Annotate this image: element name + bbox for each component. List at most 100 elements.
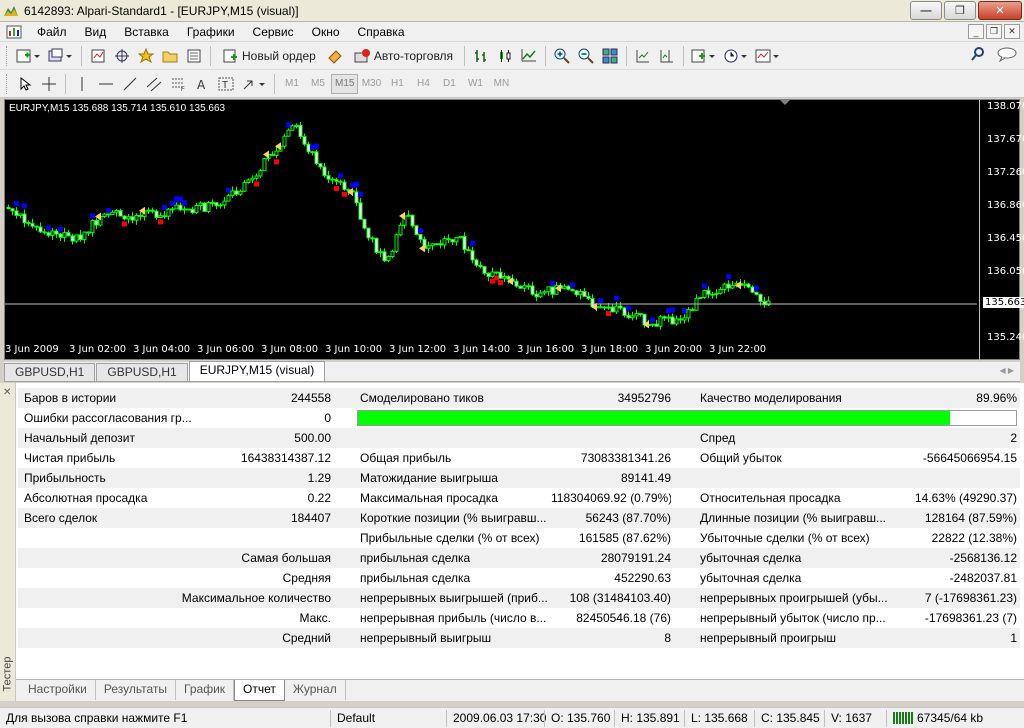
tab-journal[interactable]: Журнал [285,680,346,700]
vertical-line-tool[interactable] [71,73,93,95]
fibonacci-tool[interactable]: F [167,73,189,95]
equidistant-channel-tool[interactable] [143,73,165,95]
crosshair-tool[interactable] [38,73,60,95]
strategy-tester-button[interactable] [183,45,205,67]
timeframe-m5[interactable]: M5 [305,74,331,94]
candle-body [578,291,583,296]
trendline-tool[interactable] [119,73,141,95]
minimize-button[interactable]: — [910,1,942,20]
tab-graph[interactable]: График [176,680,235,700]
zoom-out-button[interactable] [575,45,597,67]
text-tool[interactable]: A [191,73,213,95]
templates-button[interactable] [753,45,783,67]
chat-icon[interactable] [996,46,1018,62]
bar-chart-button[interactable] [470,45,492,67]
timeframe-mn[interactable]: MN [488,74,514,94]
tile-windows-button[interactable] [599,45,621,67]
market-watch-button[interactable] [87,45,109,67]
chart-window-icon[interactable] [6,25,22,39]
chart-shift-marker[interactable] [780,100,790,105]
periods-button[interactable] [721,45,751,67]
terminal-button[interactable] [159,45,181,67]
sell-trade-marker [122,221,127,227]
status-connection[interactable]: 67345/64 kb [886,709,1024,727]
candle-body [254,175,259,179]
candlestick-button[interactable] [494,45,516,67]
candle-body [210,202,215,205]
auto-scroll-button[interactable] [632,45,654,67]
tab-scroll-arrows[interactable]: ◀ ▶ [999,366,1014,375]
market-watch-icon [91,49,105,62]
zoom-in-button[interactable] [551,45,573,67]
data-window-button[interactable] [111,45,133,67]
chart-tab-eurjpy-m15[interactable]: EURJPY,M15 (visual) [188,361,326,381]
child-close-button[interactable]: ✕ [1004,24,1020,39]
timeframe-m1[interactable]: M1 [279,74,305,94]
time-label: 3 Jun 04:00 [133,344,191,355]
timeframe-d1[interactable]: D1 [436,74,462,94]
candle-body [182,208,187,211]
status-close: C: 135.845 [754,709,824,727]
menu-insert[interactable]: Вставка [115,22,178,42]
metaeditor-button[interactable] [324,45,346,67]
menu-help[interactable]: Справка [349,22,414,42]
report-value: 161585 (87.62%) [578,531,671,545]
candle-body [706,289,711,295]
chart-shift-button[interactable] [656,45,678,67]
candle-body [110,211,115,215]
report-row: Всего сделок 184407 Короткие позиции (% … [18,508,1020,528]
chart-tab-gbpusd-h1-2[interactable]: GBPUSD,H1 [96,363,188,381]
report-value: -17698361.23 (7) [924,611,1017,625]
buy-trade-marker [46,225,51,231]
line-chart-button[interactable] [518,45,540,67]
navigator-button[interactable] [135,45,157,67]
toolbar-grip[interactable] [6,45,9,66]
auto-trading-button[interactable]: Авто-торговля [348,45,459,67]
report-label: Максимальная просадка [360,491,498,505]
order-arrow-marker [735,281,741,290]
candle-body [214,202,219,207]
timeframe-m30[interactable]: M30 [358,74,384,94]
timeframe-h4[interactable]: H4 [410,74,436,94]
price-chart[interactable]: EURJPY,M15 135.688 135.714 135.610 135.6… [4,99,1024,361]
menu-view[interactable]: Вид [76,22,116,42]
close-button[interactable]: ✕ [978,1,1022,20]
horizontal-line-tool[interactable] [95,73,117,95]
cursor-tool[interactable] [14,73,36,95]
timeframe-h1[interactable]: H1 [384,74,410,94]
folder-icon [162,51,178,62]
candle-body [430,243,435,247]
menu-charts[interactable]: Графики [178,22,244,42]
candle-body [298,124,303,138]
report-value: 118304069.92 (0.79%) [551,491,671,505]
timeframe-w1[interactable]: W1 [462,74,488,94]
profiles-button[interactable] [46,45,76,67]
new-chart-button[interactable] [14,45,44,67]
text-label-tool[interactable]: T [215,73,237,95]
child-restore-button[interactable]: ❐ [986,24,1002,39]
timeframe-m15[interactable]: M15 [331,73,359,94]
tab-settings[interactable]: Настройки [20,680,96,700]
tab-results[interactable]: Результаты [96,680,177,700]
menu-window[interactable]: Окно [303,22,349,42]
menu-file[interactable]: Файл [28,22,76,42]
child-minimize-button[interactable]: _ [968,24,984,39]
menu-tools[interactable]: Сервис [244,22,303,42]
price-axis[interactable]: 138.070 137.670 137.260 136.860 136.450 … [979,100,1024,361]
candle-body [146,209,151,212]
candle-body [386,256,391,262]
tab-report[interactable]: Отчет [234,680,285,701]
search-icon[interactable] [970,46,986,62]
report-row: Самая большая прибыльная сделка 28079191… [18,548,1020,568]
close-icon[interactable]: ✕ [3,387,11,398]
report-label: Общий убыток [700,451,782,465]
arrows-tool[interactable] [239,73,269,95]
toolbar-grip[interactable] [6,73,9,94]
report-label: прибыльная сделка [360,571,471,585]
restore-button[interactable]: ❐ [944,1,976,20]
report-value: 14.63% (49290.37) [914,491,1017,505]
candle-body [358,202,363,220]
chart-tab-gbpusd-h1[interactable]: GBPUSD,H1 [4,363,96,381]
indicators-button[interactable] [689,45,719,67]
new-order-button[interactable]: Новый ордер [216,45,322,67]
